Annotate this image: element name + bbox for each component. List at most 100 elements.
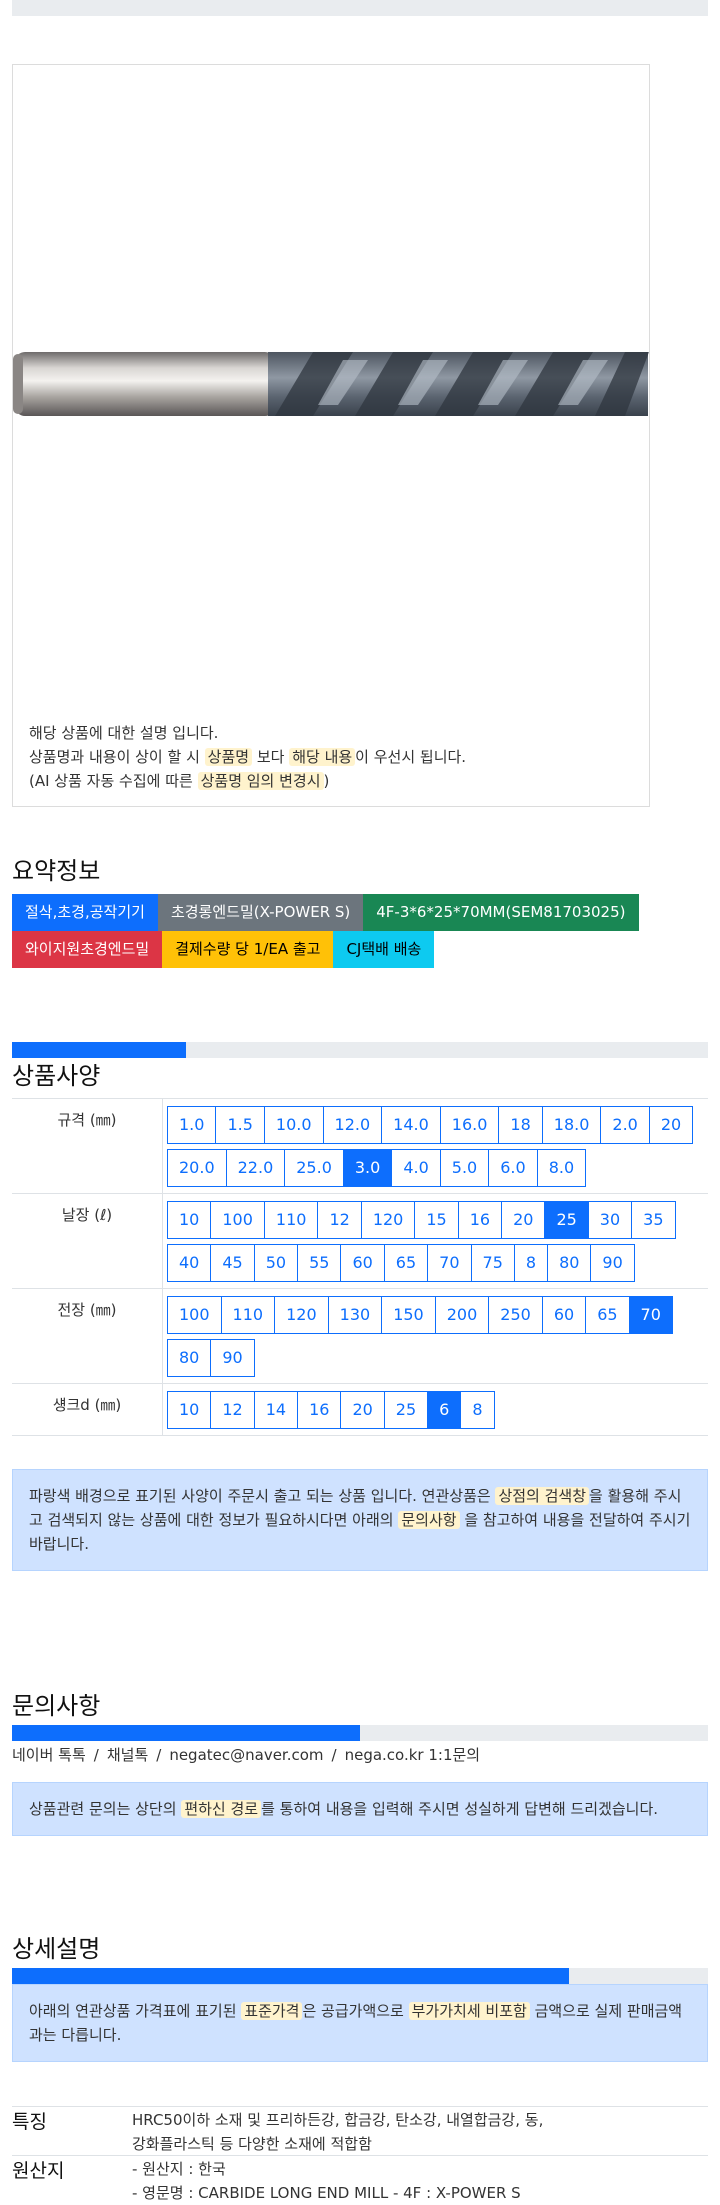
spec-option[interactable]: 5.0	[439, 1149, 490, 1187]
spec-option[interactable]: 20	[501, 1201, 546, 1239]
spec-option[interactable]: 65	[585, 1296, 630, 1334]
highlight-text: 표준가격	[241, 2002, 303, 2020]
notice-text: 해당 상품에 대한 설명 입니다.	[29, 724, 219, 742]
spec-option[interactable]: 55	[297, 1244, 342, 1282]
spec-option[interactable]: 12.0	[322, 1106, 383, 1144]
detail-notice: 아래의 연관상품 가격표에 표기된 표준가격 은 공급가액으로 부가가치세 비포함…	[12, 1984, 708, 2062]
spec-row: 전장 (㎜) 100 110 120 130 150 200 250 60 65 70 80 90	[12, 1288, 708, 1384]
spec-option[interactable]: 6.0	[488, 1149, 538, 1187]
spec-option[interactable]: 150	[381, 1296, 436, 1334]
spec-option[interactable]: 100	[210, 1201, 265, 1239]
spec-option[interactable]: 120	[274, 1296, 329, 1334]
contact-link[interactable]: nega.co.kr 1:1문의	[345, 1746, 481, 1764]
spec-option[interactable]: 22.0	[225, 1149, 286, 1187]
spec-option[interactable]: 40	[167, 1244, 212, 1282]
summary-badge: 절삭,초경,공작기기	[12, 894, 158, 931]
inquiry-notice: 상품관련 문의는 상단의 편하신 경로 를 통하여 내용을 입력해 주시면 성실하…	[12, 1782, 708, 1836]
detail-progress-bar	[12, 1968, 708, 1984]
detail-progress-fill	[12, 1968, 569, 1984]
spec-option[interactable]: 65	[383, 1244, 429, 1282]
spec-option[interactable]: 4.0	[391, 1149, 441, 1187]
product-image-description: 해당 상품에 대한 설명 입니다. 상품명과 내용이 상이 할 시 상품명 보다 …	[29, 721, 466, 793]
spec-option[interactable]: 50	[253, 1244, 299, 1282]
spec-option[interactable]: 20	[648, 1106, 694, 1144]
spec-option[interactable]: 75	[470, 1244, 515, 1282]
spec-option[interactable]: 1.0	[167, 1106, 217, 1144]
spec-option[interactable]: 90	[210, 1339, 255, 1377]
summary-badges: 절삭,초경,공작기기 초경롱엔드밀(X-POWER S) 4F-3*6*25*70M…	[12, 894, 708, 968]
spec-option[interactable]: 100	[167, 1296, 222, 1334]
contact-link[interactable]: 채널톡	[107, 1746, 148, 1764]
spec-option[interactable]: 18.0	[541, 1106, 602, 1144]
spec-option[interactable]: 20	[340, 1391, 385, 1429]
summary-badge: 4F-3*6*25*70MM(SEM81703025)	[363, 894, 639, 931]
spec-option[interactable]: 10.0	[263, 1106, 324, 1144]
spec-option[interactable]: 15	[414, 1201, 459, 1239]
spec-option[interactable]: 200	[434, 1296, 490, 1334]
spec-option[interactable]: 130	[327, 1296, 383, 1334]
spec-option[interactable]: 70	[427, 1244, 472, 1282]
contact-link[interactable]: 네이버 톡톡	[12, 1746, 86, 1764]
spec-option[interactable]: 10	[167, 1201, 212, 1239]
notice-text: 이 우선시 됩니다.	[355, 748, 467, 766]
spec-option[interactable]: 20.0	[167, 1149, 227, 1187]
highlight-text: 상품명	[204, 748, 253, 766]
spec-option[interactable]: 18	[498, 1106, 543, 1144]
features-text: HRC50이하 소재 및 프리하든강, 합금강, 탄소강, 내열합금강, 동, …	[132, 2108, 543, 2156]
highlight-text: 편하신 경로	[181, 1800, 262, 1818]
contact-separator: /	[156, 1746, 162, 1764]
spec-option[interactable]: 250	[488, 1296, 543, 1334]
spec-option[interactable]: 110	[220, 1296, 276, 1334]
highlight-text: 부가가치세 비포함	[408, 2002, 530, 2020]
contact-link[interactable]: negatec@naver.com	[169, 1746, 323, 1764]
spec-option-selected[interactable]: 70	[628, 1296, 673, 1334]
contact-links: 네이버 톡톡 / 채널톡 / negatec@naver.com / nega.co.kr …	[12, 1744, 480, 1765]
spec-option[interactable]: 25.0	[284, 1149, 344, 1187]
highlight-text: 문의사항	[398, 1511, 460, 1529]
spec-option-selected[interactable]: 25	[544, 1201, 589, 1239]
spec-option[interactable]: 8.0	[536, 1149, 587, 1187]
spec-row-label: 규격 (㎜)	[12, 1098, 163, 1194]
spec-option[interactable]: 110	[263, 1201, 319, 1239]
origin-label: 원산지	[12, 2160, 65, 2182]
summary-title: 요약정보	[12, 857, 101, 885]
spec-option[interactable]: 16.0	[439, 1106, 500, 1144]
spec-option[interactable]: 14.0	[381, 1106, 441, 1144]
spec-option[interactable]: 1.5	[215, 1106, 265, 1144]
origin-line: - 원산지 : 한국	[132, 2160, 226, 2178]
spec-option[interactable]: 8	[513, 1244, 549, 1282]
spec-row: 규격 (㎜) 1.0 1.5 10.0 12.0 14.0 16.0 18 18.0 2.0 20 2…	[12, 1098, 708, 1194]
features-line: HRC50이하 소재 및 프리하든강, 합금강, 탄소강, 내열합금강, 동,	[132, 2111, 544, 2129]
inquiry-progress-bar	[12, 1725, 708, 1741]
spec-option[interactable]: 35	[631, 1201, 676, 1239]
spec-option[interactable]: 14	[253, 1391, 299, 1429]
spec-option[interactable]: 60	[340, 1244, 385, 1282]
spec-option[interactable]: 90	[590, 1244, 635, 1282]
spec-option-selected[interactable]: 6	[427, 1391, 462, 1429]
spec-option[interactable]: 80	[167, 1339, 212, 1377]
spec-option[interactable]: 120	[360, 1201, 416, 1239]
spec-option[interactable]: 16	[457, 1201, 503, 1239]
spec-option[interactable]: 60	[541, 1296, 587, 1334]
spec-option[interactable]: 80	[547, 1244, 592, 1282]
spec-option-selected[interactable]: 3.0	[342, 1149, 393, 1187]
spec-option[interactable]: 30	[587, 1201, 633, 1239]
spec-option[interactable]: 16	[297, 1391, 342, 1429]
spec-option[interactable]: 10	[167, 1391, 212, 1429]
notice-text: 은 공급가액으로	[302, 2002, 409, 2020]
spec-row-label: 섕크d (㎜)	[12, 1383, 163, 1436]
spec-row: 섕크d (㎜) 10 12 14 16 20 25 6 8	[12, 1383, 708, 1436]
spec-row-label: 전장 (㎜)	[12, 1288, 163, 1384]
notice-text: )	[323, 772, 330, 790]
spec-row-options: 10 12 14 16 20 25 6 8	[162, 1383, 708, 1436]
notice-text: 상품관련 문의는 상단의	[29, 1800, 182, 1818]
spec-option[interactable]: 25	[383, 1391, 429, 1429]
spec-option[interactable]: 2.0	[600, 1106, 650, 1144]
spec-row-options: 1.0 1.5 10.0 12.0 14.0 16.0 18 18.0 2.0 20 20.0 22.…	[162, 1098, 708, 1194]
spec-option[interactable]: 45	[210, 1244, 255, 1282]
spec-progress-bar	[12, 1042, 708, 1058]
spec-option[interactable]: 12	[317, 1201, 362, 1239]
spec-option[interactable]: 12	[210, 1391, 255, 1429]
highlight-text: 상품명 임의 변경시	[197, 772, 324, 790]
spec-option[interactable]: 8	[460, 1391, 495, 1429]
